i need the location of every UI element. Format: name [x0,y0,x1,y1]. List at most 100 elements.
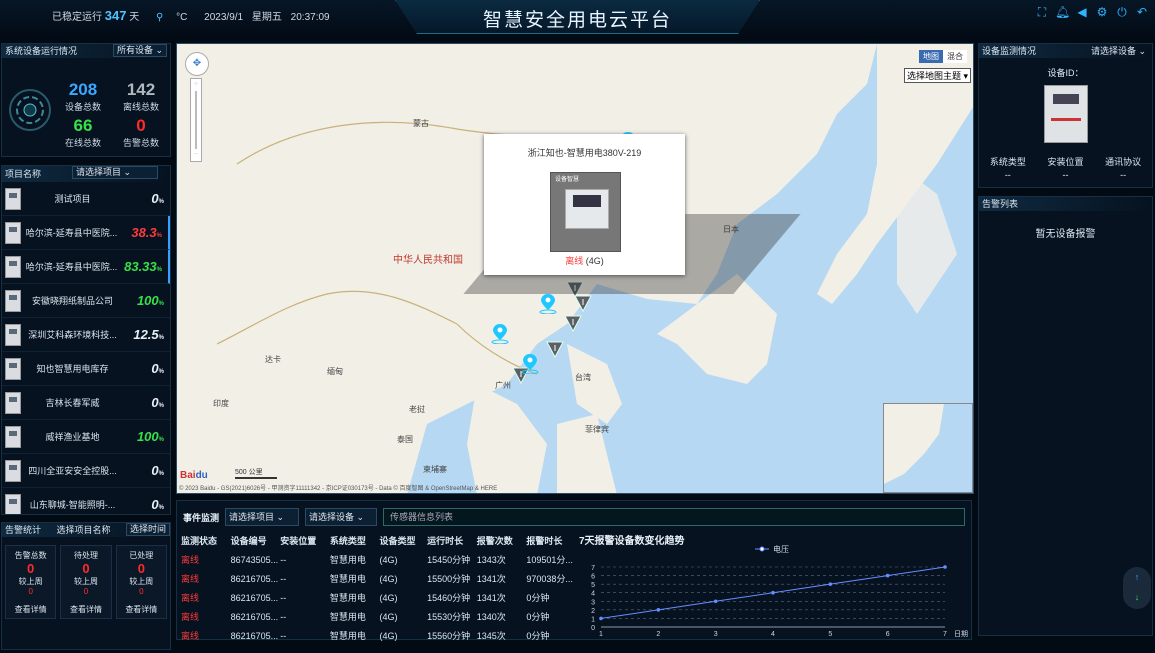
project-online-rate: 83.33% [124,259,162,274]
column-header: 系统类型 [329,536,366,546]
map-mode-button[interactable]: 地图 [919,50,943,63]
sensor-info-input[interactable]: 传感器信息列表 [383,508,965,526]
device-pin-icon[interactable] [491,322,509,345]
table-row[interactable]: 离线 86743505... -- 智慧用电 (4G) 15450分钟 1343次 10950… [181,551,576,570]
project-name: 威祥渔业基地 [45,432,100,442]
device-select[interactable]: 请选择设备 ⌄ [1091,44,1146,58]
map-copyright: © 2023 Baidu - GS(2021)6026号 - 甲测资字11111… [179,486,498,492]
project-item[interactable]: 山东聊城-智能照明-... 0% [2,488,170,514]
project-item[interactable]: 测试项目 0% [2,182,170,216]
project-select[interactable]: 请选择项目 ⌄ [72,166,158,179]
device-id-label: 设备ID： [1047,68,1084,78]
device-monitor-panel: 设备监测情况 请选择设备 ⌄ 设备ID： 系统类型 -- 安装位置 -- 通讯协议 -- [978,43,1153,188]
card-value: 0 [137,561,145,576]
view-details-link[interactable]: 查看详情 [61,604,110,615]
volume-icon[interactable]: ◀ [1075,5,1089,20]
x-tick-label: 5 [828,631,832,638]
event-device-select[interactable]: 请选择设备 ⌄ [305,508,378,526]
table-header: 监测状态 设备编号 安装位置 系统类型 设备类型 运行时长 报警次数 报警时长 [181,532,576,551]
table-row[interactable]: 离线 86216705... -- 智慧用电 (4G) 15560分钟 1345次 0分钟 [181,627,576,646]
zoom-in-button[interactable]: + [191,79,201,91]
project-item[interactable]: 知也智慧用电库存 0% [2,352,170,386]
time-select[interactable]: 选择时间 [125,523,170,536]
project-name-select[interactable]: 选择项目名称 [56,523,110,537]
card-label: 告警总数 [14,551,47,560]
x-tick-label: 1 [599,631,603,638]
scroll-up-icon[interactable]: ↑ [1123,567,1151,587]
table-cell: 86216705... [230,612,279,622]
project-item[interactable]: 安徽晓翔纸制品公司 100% [2,284,170,318]
table-row[interactable]: 离线 86216705... -- 智慧用电 (4G) 15460分钟 1341次 0分钟 [181,589,576,608]
project-item[interactable]: 哈尔滨-延寿县中医院... 83.33% [2,250,170,284]
table-row[interactable]: 离线 86216705... -- 智慧用电 (4G) 15530分钟 1340次 0分钟 [181,608,576,627]
project-name: 知也智慧用电库存 [36,364,109,374]
card-compare-value: 0 [83,587,89,596]
project-online-rate: 100% [136,293,164,308]
alarm-trend-chart: 012345671 2 3 4 5 6 7 日期电压 [591,544,968,638]
device-popup[interactable]: 浙江知也-智慧用电380V-219 设备智慧 离线 (4G) [484,134,685,275]
table-cell: 15500分钟 [427,574,471,584]
map-view[interactable]: 蒙古 中华人民共和国 日本 印度 老挝 泰国 柬埔寨 菲律宾 缅甸 达卡 台湾 … [176,43,974,494]
project-online-rate: 0% [151,395,164,410]
back-icon[interactable]: ↶ [1135,5,1149,20]
data-point [828,582,833,586]
project-item[interactable]: 威祥渔业基地 100% [2,420,170,454]
meter-icon [5,493,21,514]
view-details-link[interactable]: 查看详情 [6,604,55,615]
map-zoom-slider[interactable]: + − [190,78,202,162]
data-point [943,565,947,569]
popup-status: 离线 [565,256,584,266]
map-theme-select[interactable]: 选择地图主题 ▾ [903,68,971,83]
offline-device-icon[interactable] [545,340,564,360]
table-cell: 智慧用电 [329,555,366,565]
project-item[interactable]: 吉林长春军威 0% [2,386,170,420]
zoom-out-button[interactable]: − [191,149,201,161]
table-cell: 15450分钟 [427,555,471,565]
offline-device-icon[interactable] [563,314,582,334]
label-cambodia: 柬埔寨 [423,465,447,474]
device-pin-icon[interactable] [521,352,539,375]
table-cell: 15530分钟 [427,612,471,622]
label-mongolia: 蒙古 [413,119,429,128]
table-cell: 智慧用电 [329,593,366,603]
scroll-down-icon[interactable]: ↓ [1123,587,1151,607]
fullscreen-icon[interactable]: ⛶ [1035,5,1049,20]
project-list-panel: 项目名称 请选择项目 ⌄ 测试项目 0% 哈尔滨-延寿县中医院... 38.3% 哈尔滨… [1,165,171,515]
map-pan-control[interactable]: ✥ [185,52,209,76]
device-filter-select[interactable]: 所有设备 ⌄ [112,44,167,57]
popup-title: 浙江知也-智慧用电380V-219 [527,148,642,158]
bell-icon[interactable]: 🔔︎ [1055,5,1070,20]
offline-device-icon[interactable] [573,294,592,314]
view-details-link[interactable]: 查看详情 [117,604,166,615]
project-item[interactable]: 四川全亚安安全控股... 0% [2,454,170,488]
table-cell: 离线 [181,574,200,584]
table-cell: -- [280,555,287,565]
device-pin-icon[interactable] [539,292,557,315]
device-status-panel: 系统设备运行情况 所有设备 ⌄ 208 设备总数 142 离线总数 66 在线总数 0… [1,43,171,157]
project-online-rate: 0% [151,463,164,478]
scroll-control[interactable]: ↑ ↓ [1123,567,1151,609]
mini-map[interactable] [883,403,973,493]
project-item[interactable]: 深圳艾科森环境科技... 12.5% [2,318,170,352]
x-tick-label: 3 [714,631,718,638]
table-row[interactable]: 离线 86216705... -- 智慧用电 (4G) 15500分钟 1341次 97003… [181,570,576,589]
alarm-stat-card: 已处理 0 较上周 0 查看详情 [115,545,167,619]
data-point [885,573,890,578]
project-name: 深圳艾科森环境科技... [28,330,117,340]
column-header: 设备编号 [230,536,267,546]
gear-icon[interactable]: ⚙ [1095,5,1109,20]
uptime-unit: 天 [129,12,140,23]
top-bar: 已稳定运行 347 天 ⚲ °C 2023/9/1 星期五 20:37:09 智… [0,0,1155,40]
column-header: 监测状态 [181,536,218,546]
hybrid-mode-button[interactable]: 混合 [943,50,967,63]
label-philippines: 菲律宾 [585,425,609,434]
card-compare-value: 0 [139,587,144,596]
column-header: 运行时长 [427,536,464,546]
meter-icon [5,391,21,414]
project-online-rate: 38.3% [131,225,162,240]
project-item[interactable]: 哈尔滨-延寿县中医院... 38.3% [2,216,170,250]
power-icon[interactable]: ⏻ [1115,5,1129,20]
project-online-rate: 100% [136,429,164,444]
event-project-select[interactable]: 请选择项目 ⌄ [225,508,300,526]
label-taiwan: 台湾 [575,373,591,382]
